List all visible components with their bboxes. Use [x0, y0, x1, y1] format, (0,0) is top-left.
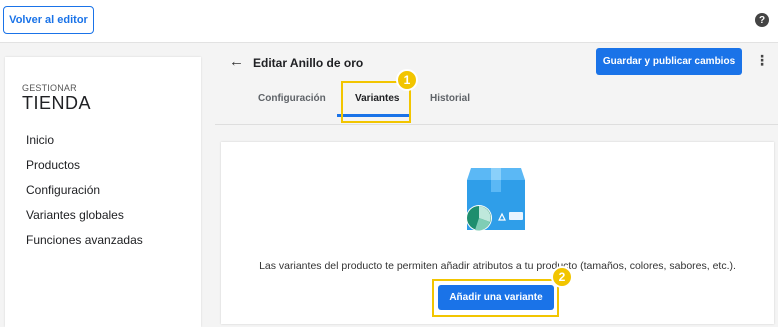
sidebar-title: TIENDA [22, 93, 92, 113]
product-box-icon [466, 168, 525, 231]
callout-badge-2: 2 [551, 266, 573, 288]
help-icon[interactable]: ? [755, 13, 769, 27]
sidebar-item-inicio[interactable]: Inicio [26, 133, 54, 147]
callout-badge-1: 1 [396, 69, 418, 91]
save-and-publish-button[interactable]: Guardar y publicar cambios [596, 48, 742, 75]
tab-configuracion[interactable]: Configuración [258, 93, 326, 104]
sidebar-item-productos[interactable]: Productos [26, 158, 80, 172]
tab-historial[interactable]: Historial [430, 93, 470, 104]
page-header: ← Editar Anillo de oro Guardar y publica… [215, 43, 778, 125]
sidebar: GESTIONAR TIENDA Inicio Productos Config… [5, 57, 201, 327]
sidebar-item-configuracion[interactable]: Configuración [26, 183, 100, 197]
page-title: Editar Anillo de oro [253, 56, 364, 70]
top-bar: Volver al editor ? [0, 0, 778, 43]
sidebar-item-funciones-avanzadas[interactable]: Funciones avanzadas [26, 233, 143, 247]
back-to-editor-button[interactable]: Volver al editor [3, 6, 94, 34]
sidebar-caption: GESTIONAR [22, 83, 77, 93]
sidebar-item-variantes-globales[interactable]: Variantes globales [26, 208, 124, 222]
back-arrow-icon[interactable]: ← [229, 53, 244, 70]
callout-highlight-add-variant [432, 279, 559, 317]
more-options-icon[interactable]: ⋮ [755, 52, 769, 69]
variants-description: Las variantes del producto te permiten a… [259, 260, 736, 272]
